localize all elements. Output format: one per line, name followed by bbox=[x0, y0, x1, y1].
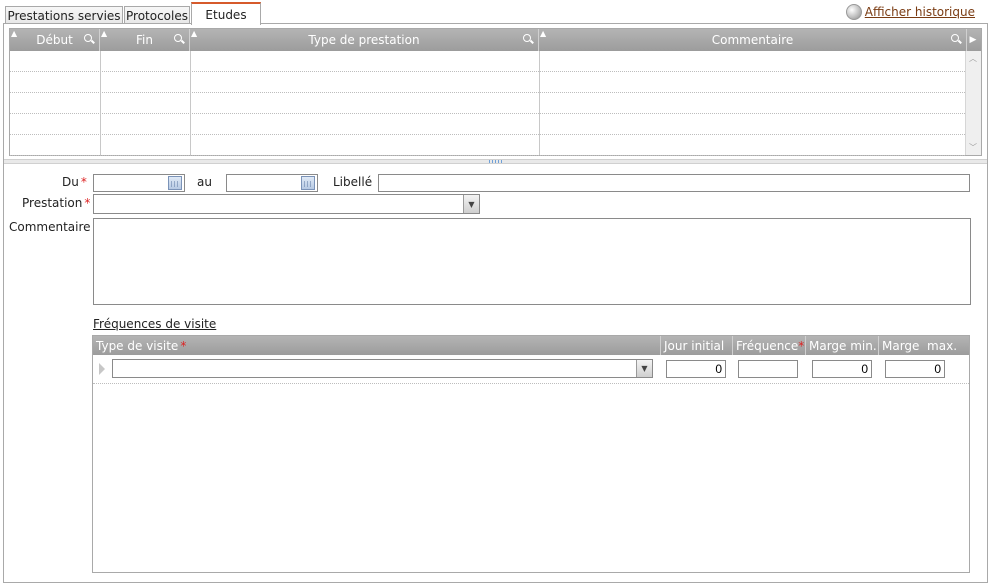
chevron-down-icon[interactable]: ▼ bbox=[463, 195, 479, 213]
col-header-frequence[interactable]: Fréquence * bbox=[733, 336, 806, 355]
marge-max-input[interactable] bbox=[885, 360, 945, 378]
etudes-grid: ▲ Début ▲ Fin ▲ Type de prestation ▲ Com… bbox=[9, 28, 982, 156]
visits-grid-header: Type de visite * Jour initial Fréquence * … bbox=[93, 336, 969, 355]
du-label: Du * bbox=[62, 175, 87, 189]
table-row[interactable] bbox=[10, 135, 965, 156]
column-divider bbox=[100, 51, 101, 155]
col-header-fin[interactable]: ▲ Fin bbox=[100, 29, 190, 51]
col-header-commentaire[interactable]: ▲ Commentaire bbox=[539, 29, 967, 51]
frequence-input[interactable] bbox=[738, 360, 798, 378]
history-link-group: Afficher historique bbox=[845, 4, 975, 20]
sort-icon[interactable]: ▲ bbox=[540, 29, 546, 38]
col-label: Fin bbox=[136, 33, 153, 47]
col-label: Début bbox=[36, 33, 73, 47]
calendar-icon[interactable] bbox=[301, 176, 315, 190]
afficher-historique-link[interactable]: Afficher historique bbox=[865, 5, 975, 19]
scroll-down-icon[interactable]: ﹀ bbox=[969, 142, 977, 153]
table-row[interactable] bbox=[10, 72, 965, 93]
type-visite-select[interactable]: ▼ bbox=[112, 359, 653, 378]
col-label: Commentaire bbox=[711, 33, 794, 47]
commentaire-textarea[interactable] bbox=[93, 218, 971, 305]
col-label: Type de prestation bbox=[308, 33, 420, 47]
vertical-scrollbar[interactable]: ︿ ﹀ bbox=[965, 51, 981, 155]
chevron-down-icon[interactable]: ▼ bbox=[636, 360, 652, 377]
prestation-label: Prestation * bbox=[22, 196, 91, 210]
panel-splitter[interactable] bbox=[4, 159, 987, 164]
history-icon[interactable] bbox=[845, 4, 862, 20]
col-header-type-visite[interactable]: Type de visite * bbox=[93, 336, 661, 355]
grid-header: ▲ Début ▲ Fin ▲ Type de prestation ▲ Com… bbox=[10, 29, 981, 51]
marge-min-input[interactable] bbox=[812, 360, 872, 378]
col-header-marge-max[interactable]: Marge max. bbox=[879, 336, 969, 355]
sort-icon[interactable]: ▲ bbox=[191, 29, 197, 38]
col-header-marge-min[interactable]: Marge min. bbox=[806, 336, 879, 355]
col-label: Jour initial bbox=[664, 338, 725, 353]
scroll-right-icon[interactable]: ▶ bbox=[966, 29, 980, 51]
table-row[interactable] bbox=[10, 114, 965, 135]
row-indicator-icon bbox=[99, 363, 105, 375]
splitter-grip[interactable] bbox=[489, 160, 503, 163]
col-label: Marge max. bbox=[882, 338, 958, 353]
col-header-jour-initial[interactable]: Jour initial bbox=[661, 336, 733, 355]
libelle-input[interactable] bbox=[378, 174, 970, 192]
col-label: Fréquence bbox=[736, 338, 799, 353]
column-divider bbox=[539, 51, 540, 155]
jour-initial-input[interactable] bbox=[666, 360, 726, 378]
commentaire-label: Commentaire bbox=[9, 220, 91, 234]
visits-grid: Type de visite * Jour initial Fréquence * … bbox=[92, 335, 970, 573]
table-row[interactable] bbox=[10, 51, 965, 72]
col-header-type-prestation[interactable]: ▲ Type de prestation bbox=[190, 29, 539, 51]
filter-icon[interactable] bbox=[522, 33, 534, 45]
au-label: au bbox=[197, 175, 212, 189]
column-divider bbox=[190, 51, 191, 155]
prestation-select[interactable]: ▼ bbox=[93, 194, 480, 214]
col-label: Marge min. bbox=[809, 338, 877, 353]
filter-icon[interactable] bbox=[83, 33, 95, 45]
tab-panel: ▲ Début ▲ Fin ▲ Type de prestation ▲ Com… bbox=[3, 23, 988, 583]
table-row[interactable]: ▼ bbox=[93, 355, 969, 384]
calendar-icon[interactable] bbox=[168, 176, 182, 190]
sort-icon[interactable]: ▲ bbox=[11, 29, 17, 38]
filter-icon[interactable] bbox=[173, 33, 185, 45]
scroll-up-icon[interactable]: ︿ bbox=[969, 53, 977, 64]
col-label: Type de visite bbox=[96, 338, 179, 353]
filter-icon[interactable] bbox=[950, 33, 962, 45]
table-row[interactable] bbox=[10, 93, 965, 114]
libelle-label: Libellé bbox=[333, 175, 373, 189]
grid-body bbox=[10, 51, 965, 156]
frequences-visite-title: Fréquences de visite bbox=[93, 317, 217, 331]
sort-icon[interactable]: ▲ bbox=[101, 29, 107, 38]
tab-etudes[interactable]: Etudes bbox=[191, 2, 261, 25]
col-header-debut[interactable]: ▲ Début bbox=[10, 29, 100, 51]
